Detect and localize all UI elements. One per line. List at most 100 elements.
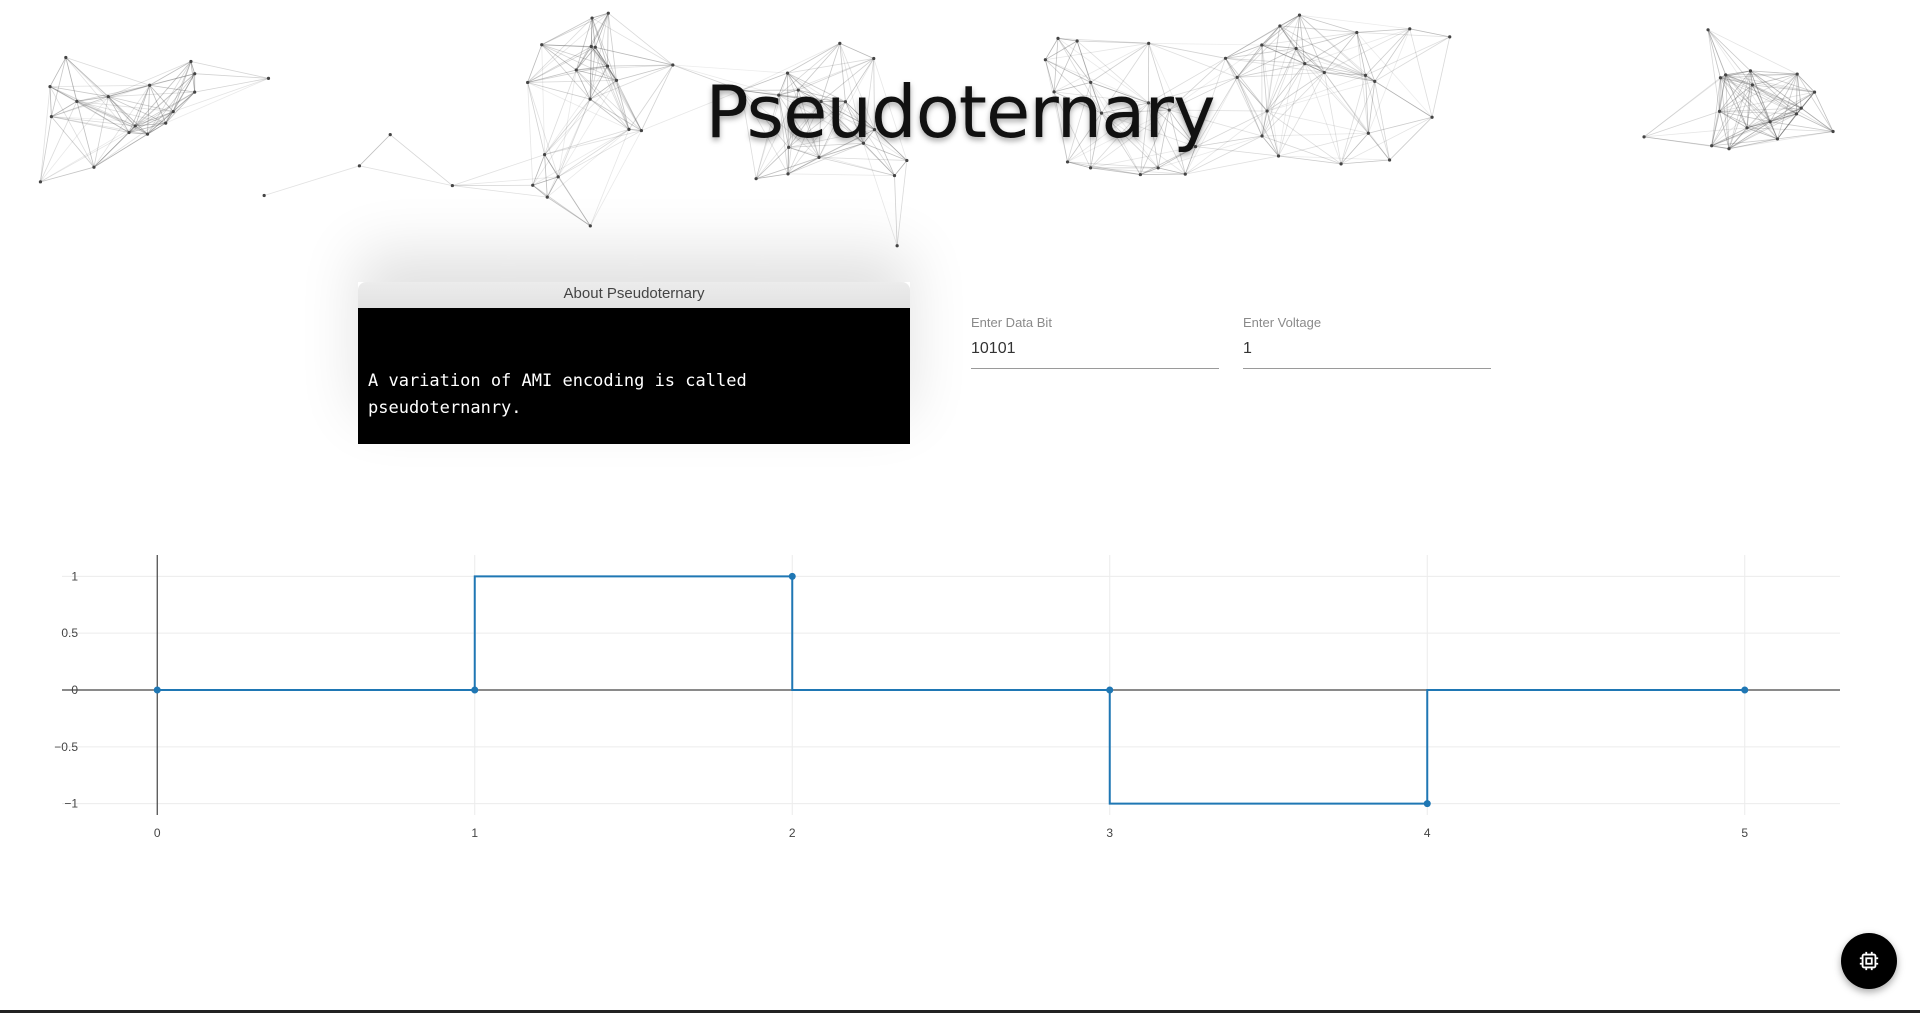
network-node	[892, 173, 897, 178]
network-edge	[1707, 29, 1751, 72]
network-node	[1138, 172, 1142, 177]
network-node	[872, 56, 876, 61]
network-node	[1278, 24, 1282, 28]
network-node	[357, 164, 362, 168]
x-tick-label: 2	[789, 826, 796, 840]
data-point	[1106, 686, 1114, 694]
network-edge	[1279, 25, 1325, 73]
x-tick-label: 0	[154, 826, 161, 840]
network-edge	[894, 175, 898, 246]
network-node	[588, 224, 592, 228]
y-tick-label: 0	[71, 683, 78, 697]
network-edge	[264, 165, 360, 196]
network-node	[1088, 166, 1093, 170]
network-node	[838, 41, 842, 45]
voltage-input[interactable]	[1243, 340, 1491, 369]
network-node	[605, 64, 610, 68]
y-tick-label: 1	[71, 569, 78, 583]
network-edge	[575, 46, 596, 71]
network-node	[545, 195, 549, 199]
network-edge	[532, 184, 591, 227]
network-edge	[1045, 38, 1059, 60]
network-edge	[788, 173, 895, 176]
chip-button[interactable]	[1841, 933, 1897, 989]
network-edge	[1356, 28, 1410, 33]
data-point	[1741, 686, 1749, 694]
y-tick-label: −0.5	[54, 740, 78, 754]
network-node	[1075, 39, 1079, 43]
network-node	[1303, 62, 1307, 66]
network-node	[450, 183, 454, 188]
terminal-text: A variation of AMI encoding is called ps…	[358, 308, 910, 742]
data-point	[153, 686, 161, 694]
network-node	[1297, 13, 1302, 17]
network-node	[1223, 56, 1228, 60]
network-edge	[40, 166, 95, 183]
data-bit-field: Enter Data Bit	[971, 315, 1219, 369]
network-edge	[1279, 25, 1297, 49]
network-node	[905, 158, 909, 163]
network-edge	[1225, 25, 1281, 59]
network-edge	[1323, 32, 1358, 73]
network-node	[1147, 41, 1151, 45]
network-node	[1294, 46, 1298, 51]
data-bit-label: Enter Data Bit	[971, 315, 1052, 330]
network-node	[262, 193, 266, 198]
network-node	[556, 175, 560, 179]
page-title: Pseudoternary	[705, 70, 1215, 154]
x-tick-label: 4	[1424, 826, 1431, 840]
network-node	[1448, 35, 1452, 39]
network-node	[593, 45, 597, 49]
network-node	[786, 172, 790, 176]
x-tick-label: 3	[1106, 826, 1113, 840]
network-node	[531, 183, 535, 187]
data-point	[471, 686, 479, 694]
network-node	[895, 244, 899, 248]
network-edge	[452, 154, 545, 186]
network-node	[590, 16, 594, 20]
network-edge	[863, 143, 898, 246]
network-node	[1408, 27, 1412, 31]
network-node	[64, 55, 68, 60]
network-edge	[591, 17, 674, 66]
network-edge	[557, 176, 591, 227]
voltage-label: Enter Voltage	[1243, 315, 1322, 330]
x-tick-label: 5	[1741, 826, 1748, 840]
network-edge	[359, 165, 453, 186]
y-tick-label: 0.5	[61, 626, 78, 640]
network-node	[817, 155, 821, 159]
network-node	[1156, 166, 1160, 170]
network-edge	[1707, 29, 1798, 75]
network-node	[38, 180, 43, 184]
about-panel-title: About Pseudoternary	[358, 282, 910, 308]
network-node	[1706, 28, 1710, 32]
network-node	[1260, 43, 1264, 47]
about-panel: About Pseudoternary A variation of AMI e…	[358, 282, 910, 742]
network-node	[1339, 162, 1343, 166]
data-point	[1423, 800, 1431, 808]
data-point	[788, 572, 796, 580]
network-node	[189, 59, 193, 64]
network-edge	[1225, 57, 1305, 65]
signal-chart: 1 0.5 0 −0.5 −1 0 1 2 3 4 5	[54, 555, 1840, 840]
network-edge	[452, 176, 559, 186]
network-node	[754, 177, 758, 181]
network-node	[92, 165, 96, 169]
terminal-line: Rules:	[368, 479, 430, 499]
network-node	[589, 44, 593, 49]
network-edge	[896, 160, 908, 246]
x-tick-label: 1	[471, 826, 478, 840]
network-edge	[544, 154, 548, 198]
data-bit-input[interactable]	[971, 340, 1219, 369]
network-node	[671, 63, 675, 67]
network-node	[1043, 58, 1047, 62]
network-edge	[1090, 167, 1141, 175]
voltage-field: Enter Voltage	[1243, 315, 1491, 369]
network-edge	[1057, 37, 1149, 44]
network-edge	[1148, 42, 1226, 59]
network-edge	[1185, 155, 1279, 175]
network-edge	[452, 185, 548, 198]
chip-icon	[1859, 951, 1879, 971]
network-node	[606, 11, 610, 15]
network-node	[1355, 30, 1359, 35]
